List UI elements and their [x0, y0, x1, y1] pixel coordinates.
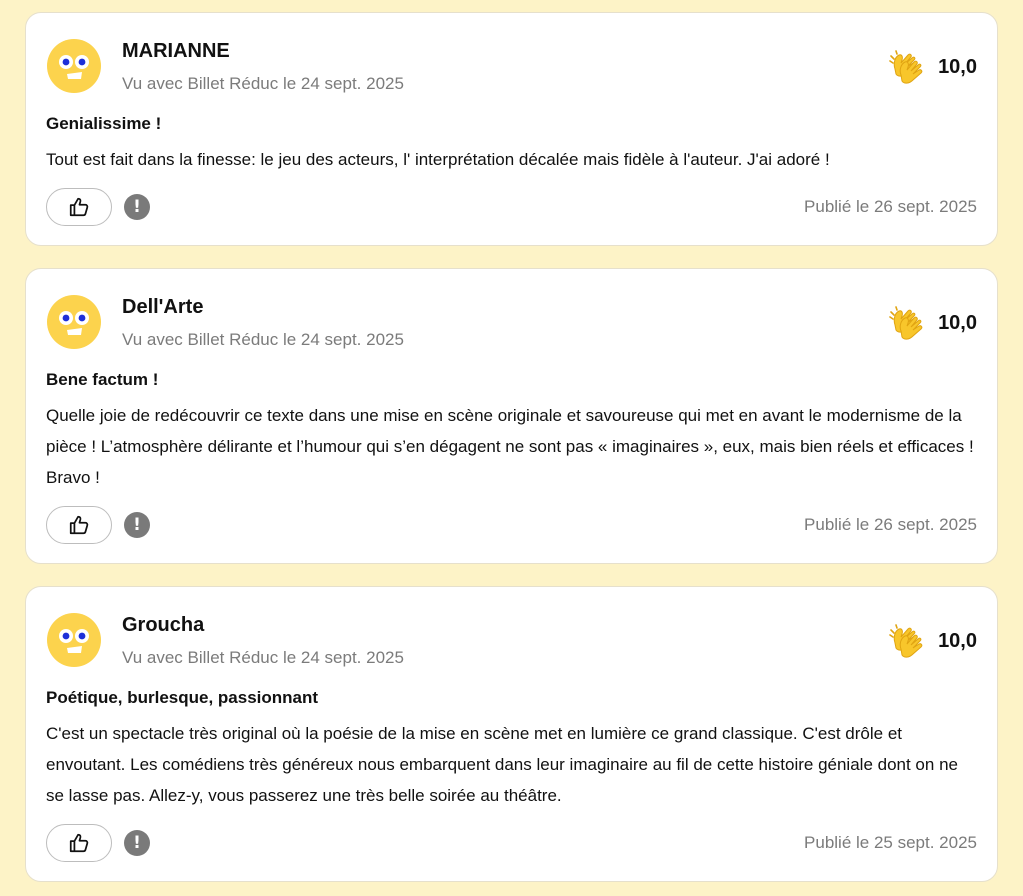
review-footer: ! Publié le 25 sept. 2025 [46, 823, 977, 863]
review-header: Dell'Arte Vu avec Billet Réduc le 24 sep… [46, 293, 977, 353]
review-header: MARIANNE Vu avec Billet Réduc le 24 sept… [46, 37, 977, 97]
clapping-hands-icon [889, 624, 923, 658]
clapping-hands-icon [889, 50, 923, 84]
author-block: Groucha Vu avec Billet Réduc le 24 sept.… [122, 611, 886, 669]
exclamation-icon: ! [133, 832, 141, 853]
smiley-avatar-icon [47, 295, 101, 349]
review-score: 10,0 [886, 47, 977, 87]
like-button[interactable] [46, 506, 112, 544]
review-body: Quelle joie de redécouvrir ce texte dans… [46, 406, 974, 487]
review-card: Groucha Vu avec Billet Réduc le 24 sept.… [25, 586, 998, 882]
thumbs-up-icon [69, 833, 89, 853]
smiley-avatar-icon [47, 613, 101, 667]
published-date: Publié le 26 sept. 2025 [804, 197, 977, 216]
review-footer: ! Publié le 26 sept. 2025 [46, 187, 977, 227]
review-footer: ! Publié le 26 sept. 2025 [46, 505, 977, 545]
thumbs-up-icon [69, 197, 89, 217]
seen-with-date: Vu avec Billet Réduc le 24 sept. 2025 [122, 648, 404, 667]
review-body: C'est un spectacle très original où la p… [46, 724, 958, 805]
like-button[interactable] [46, 824, 112, 862]
review-title: Genialissime ! [46, 114, 162, 133]
review-title: Bene factum ! [46, 370, 159, 389]
like-button[interactable] [46, 188, 112, 226]
review-title: Poétique, burlesque, passionnant [46, 688, 319, 707]
seen-with-date: Vu avec Billet Réduc le 24 sept. 2025 [122, 74, 404, 93]
author-block: Dell'Arte Vu avec Billet Réduc le 24 sep… [122, 293, 886, 351]
review-list: MARIANNE Vu avec Billet Réduc le 24 sept… [25, 12, 998, 882]
exclamation-icon: ! [133, 196, 141, 217]
report-button[interactable]: ! [124, 512, 150, 538]
review-body: Tout est fait dans la finesse: le jeu de… [46, 150, 830, 169]
published-date: Publié le 25 sept. 2025 [804, 833, 977, 852]
author-name: MARIANNE [122, 40, 230, 62]
thumbs-up-icon [69, 515, 89, 535]
exclamation-icon: ! [133, 514, 141, 535]
score-value: 10,0 [938, 629, 977, 652]
review-score: 10,0 [886, 303, 977, 343]
score-value: 10,0 [938, 311, 977, 334]
report-button[interactable]: ! [124, 830, 150, 856]
seen-with-date: Vu avec Billet Réduc le 24 sept. 2025 [122, 330, 404, 349]
author-name: Groucha [122, 614, 205, 636]
review-score: 10,0 [886, 621, 977, 661]
published-date: Publié le 26 sept. 2025 [804, 515, 977, 534]
clapping-hands-icon [889, 306, 923, 340]
author-name: Dell'Arte [122, 296, 204, 318]
smiley-avatar-icon [47, 39, 101, 93]
review-card: MARIANNE Vu avec Billet Réduc le 24 sept… [25, 12, 998, 246]
review-header: Groucha Vu avec Billet Réduc le 24 sept.… [46, 611, 977, 671]
report-button[interactable]: ! [124, 194, 150, 220]
author-block: MARIANNE Vu avec Billet Réduc le 24 sept… [122, 37, 886, 95]
score-value: 10,0 [938, 55, 977, 78]
review-card: Dell'Arte Vu avec Billet Réduc le 24 sep… [25, 268, 998, 564]
